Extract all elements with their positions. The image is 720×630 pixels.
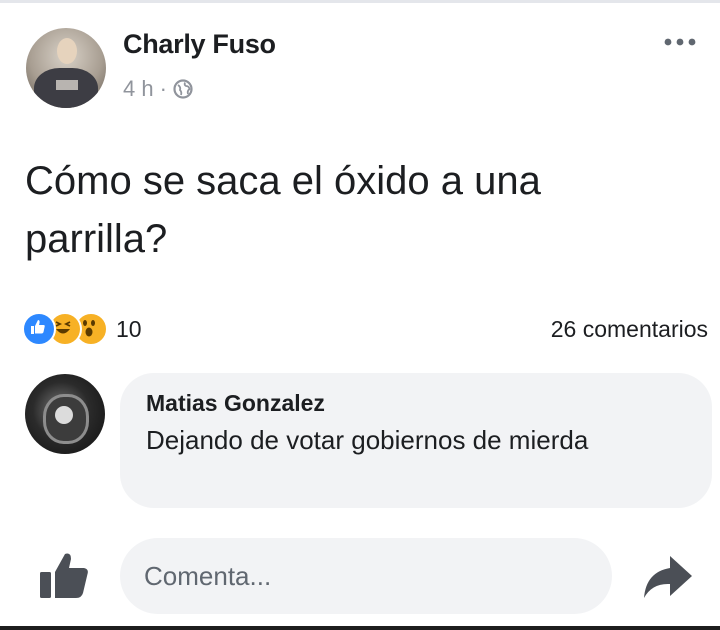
bottom-divider <box>0 626 720 630</box>
like-reaction-icon <box>22 312 56 346</box>
post-meta: 4 h · <box>123 76 193 102</box>
commenter-avatar[interactable] <box>25 374 105 454</box>
more-options-icon[interactable] <box>662 32 698 52</box>
comment-author-name[interactable]: Matias Gonzalez <box>146 390 325 417</box>
post-text: Cómo se saca el óxido a una parrilla? <box>25 159 541 261</box>
share-arrow-icon[interactable] <box>642 552 694 602</box>
comment-input[interactable] <box>120 538 612 614</box>
globe-icon[interactable] <box>173 79 193 99</box>
comment-text: Dejando de votar gobiernos de mierda <box>146 425 589 455</box>
post-timestamp[interactable]: 4 h <box>123 76 154 102</box>
reaction-count: 10 <box>116 315 142 342</box>
top-divider <box>0 0 720 3</box>
comment-bubble: Matias Gonzalez Dejando de votar gobiern… <box>120 373 712 508</box>
reactions-summary[interactable]: 10 <box>22 312 142 346</box>
post-author-name[interactable]: Charly Fuso <box>123 29 276 60</box>
meta-separator: · <box>159 76 167 101</box>
author-avatar[interactable] <box>26 28 106 108</box>
thumbs-up-icon[interactable] <box>36 548 92 602</box>
comments-count-link[interactable]: 26 comentarios <box>551 316 708 343</box>
